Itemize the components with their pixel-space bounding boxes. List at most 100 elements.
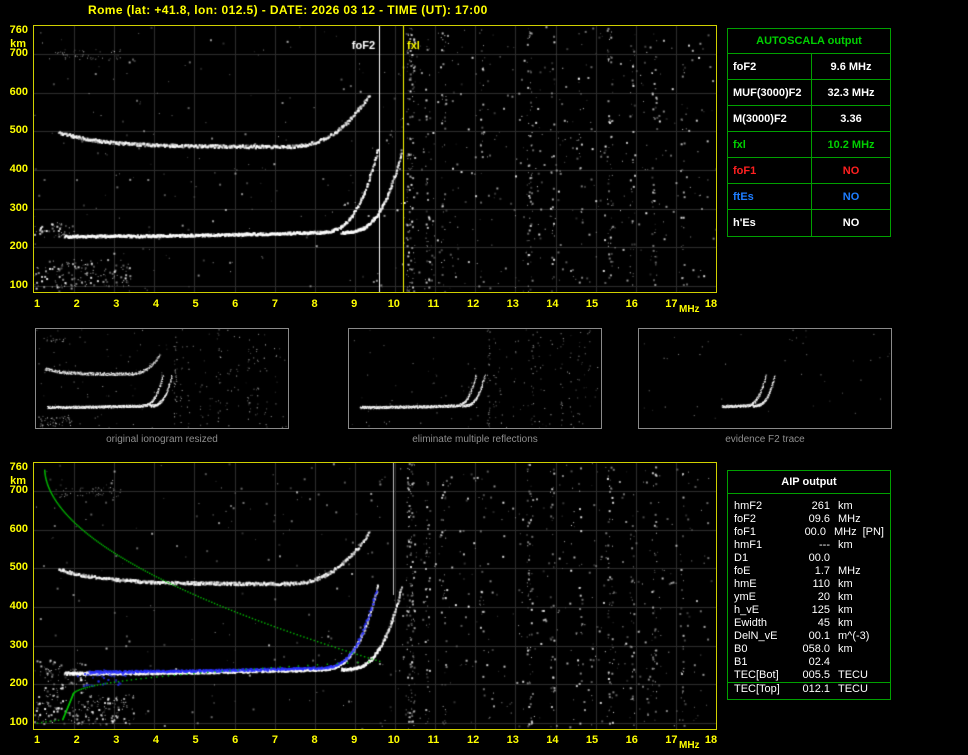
aip-param-label: foE xyxy=(734,565,751,577)
x-axis-tick-label: 16 xyxy=(625,734,638,746)
x-axis-tick-label: 6 xyxy=(232,734,239,746)
x-axis-tick-label: 18 xyxy=(704,734,718,746)
bottom-ionogram-canvas xyxy=(34,463,716,729)
x-axis-tick-label: 3 xyxy=(113,298,120,310)
x-axis-tick-label: 2 xyxy=(73,734,80,746)
y-axis-tick-label: 400 xyxy=(9,600,28,612)
aip-param-value: 261 xyxy=(811,500,830,512)
aip-param-label: h_vE xyxy=(734,604,760,616)
aip-param-value: 125 xyxy=(811,604,830,616)
aip-row: TEC[Bot] 005.5 TECU xyxy=(728,669,890,683)
autoscala-row: h'Es NO xyxy=(728,210,890,236)
y-axis-tick-label: 200 xyxy=(9,240,28,253)
bottom-plot-x-axis: 1 2 3 4 5 6 7 8 9 10 11 12 13 14 15 16 17 18 MHz xyxy=(33,732,733,752)
aip-param-value: 005.5 xyxy=(802,669,830,681)
aip-param-unit: km xyxy=(838,500,853,512)
aip-param-unit: TECU xyxy=(838,669,868,681)
thumbnail-no-multiples-canvas xyxy=(349,329,601,428)
x-axis-tick-label: 9 xyxy=(351,298,358,310)
aip-row: ymE 20 km xyxy=(728,591,890,604)
aip-param-unit: MHz xyxy=(838,565,861,577)
aip-param-value: 058.0 xyxy=(802,643,830,655)
autoscala-table-title: AUTOSCALA output xyxy=(728,29,890,54)
x-axis-tick-label: 4 xyxy=(152,734,159,746)
y-axis-tick-label: 600 xyxy=(9,522,28,535)
aip-output-table: AIP output hmF2 261 km foF2 09.6 MHz foF1 00.0 M… xyxy=(727,470,891,700)
x-axis-tick-label: 13 xyxy=(506,298,519,310)
y-axis-tick-label: 300 xyxy=(9,638,28,651)
y-axis-tick-label: 500 xyxy=(9,124,28,137)
y-axis-tick-label: 760 xyxy=(9,461,28,474)
aip-table-body: hmF2 261 km foF2 09.6 MHz foF1 00.0 MHz [PN] hmF1-… xyxy=(728,494,890,696)
autoscala-param-value: 32.3 MHz xyxy=(827,87,875,99)
aip-row: B0 058.0 km xyxy=(728,643,890,656)
aip-param-label: TEC[Bot] xyxy=(734,669,779,681)
x-axis-tick-label: 18 xyxy=(704,298,718,310)
autoscala-param-value: NO xyxy=(842,165,860,177)
aip-param-unit: km xyxy=(838,617,853,629)
x-axis-tick-label: 8 xyxy=(311,734,318,746)
autoscala-row: MUF(3000)F2 32.3 MHz xyxy=(728,80,890,106)
aip-row: hmF2 261 km xyxy=(728,500,890,513)
aip-param-label: hmF2 xyxy=(734,500,763,512)
aip-param-label: ymE xyxy=(734,591,756,603)
aip-row: foF1 00.0 MHz [PN] xyxy=(728,526,890,539)
y-axis-tick-label: 760 xyxy=(9,24,28,37)
x-axis-tick-label: 3 xyxy=(113,734,120,746)
thumbnail-caption-evidence: evidence F2 trace xyxy=(725,434,805,445)
x-axis-tick-label: 10 xyxy=(387,298,400,310)
x-axis-tick-label: 14 xyxy=(546,298,559,310)
x-axis-tick-label: 17 xyxy=(665,298,678,310)
x-axis-tick-label: 15 xyxy=(585,734,599,746)
aip-param-label: Ewidth xyxy=(734,617,768,629)
autoscala-param-value: 9.6 MHz xyxy=(830,61,872,73)
y-axis-tick-label: 100 xyxy=(9,278,28,291)
autoscala-row: foF2 9.6 MHz xyxy=(728,54,890,80)
aip-param-value: 00.0 xyxy=(804,526,826,538)
aip-row: hmF1 --- km xyxy=(728,539,890,552)
y-axis-unit-label: km xyxy=(10,38,26,50)
x-axis-tick-label: 2 xyxy=(73,298,80,310)
thumbnail-caption-original: original ionogram resized xyxy=(106,434,218,445)
thumbnail-original-canvas xyxy=(36,329,288,428)
autoscala-app-window: Rome (lat: +41.8, lon: 012.5) - DATE: 20… xyxy=(0,0,968,755)
x-axis-tick-label: 12 xyxy=(466,734,480,746)
autoscala-table-body: foF2 9.6 MHz MUF(3000)F2 32.3 MHz M(3000)F2 3… xyxy=(728,54,890,236)
x-axis-unit-label: MHz xyxy=(679,740,700,751)
aip-param-label: DelN_vE xyxy=(734,630,778,642)
autoscala-param-value: NO xyxy=(842,217,860,229)
aip-param-unit xyxy=(830,656,838,669)
y-axis-tick-label: 500 xyxy=(9,561,28,574)
aip-param-label: foF2 xyxy=(734,513,757,525)
aip-param-value: 00.0 xyxy=(808,552,830,564)
top-ionogram-canvas xyxy=(34,26,716,292)
y-axis-tick-label: 100 xyxy=(9,715,28,728)
aip-param-unit: km xyxy=(838,539,853,551)
x-axis-tick-label: 10 xyxy=(387,734,400,746)
x-axis-tick-label: 7 xyxy=(271,298,278,310)
x-axis-tick-label: 12 xyxy=(466,298,480,310)
autoscala-param-value: 10.2 MHz xyxy=(827,139,875,151)
station-date-header: Rome (lat: +41.8, lon: 012.5) - DATE: 20… xyxy=(88,3,488,17)
y-axis-tick-label: 600 xyxy=(9,85,28,98)
x-axis-unit-label: MHz xyxy=(679,304,700,315)
aip-param-value: --- xyxy=(819,539,830,551)
autoscala-param-label: MUF(3000)F2 xyxy=(728,80,812,105)
autoscala-output-table: AUTOSCALA output foF2 9.6 MHz MUF(3000)F2 3… xyxy=(727,28,891,237)
aip-row: TEC[Top] 012.1 TECU xyxy=(728,683,890,696)
aip-param-value: 20 xyxy=(817,591,830,603)
x-axis-tick-label: 1 xyxy=(33,298,41,310)
aip-row: hmE 110 km xyxy=(728,578,890,591)
aip-param-label: B0 xyxy=(734,643,748,655)
aip-row: D1 00.0 xyxy=(728,552,890,565)
aip-param-unit: km xyxy=(838,643,853,655)
autoscala-row: M(3000)F2 3.36 xyxy=(728,106,890,132)
aip-table-title: AIP output xyxy=(728,471,890,494)
y-axis-unit-label: km xyxy=(10,475,26,487)
x-axis-tick-label: 1 xyxy=(33,734,41,746)
autoscala-row: fxl 10.2 MHz xyxy=(728,132,890,158)
y-axis-tick-label: 300 xyxy=(9,201,28,214)
aip-row: DelN_vE 00.1 m^(-3) xyxy=(728,630,890,643)
aip-param-unit: MHz xyxy=(833,526,857,538)
aip-row: foE 1.7 MHz xyxy=(728,565,890,578)
